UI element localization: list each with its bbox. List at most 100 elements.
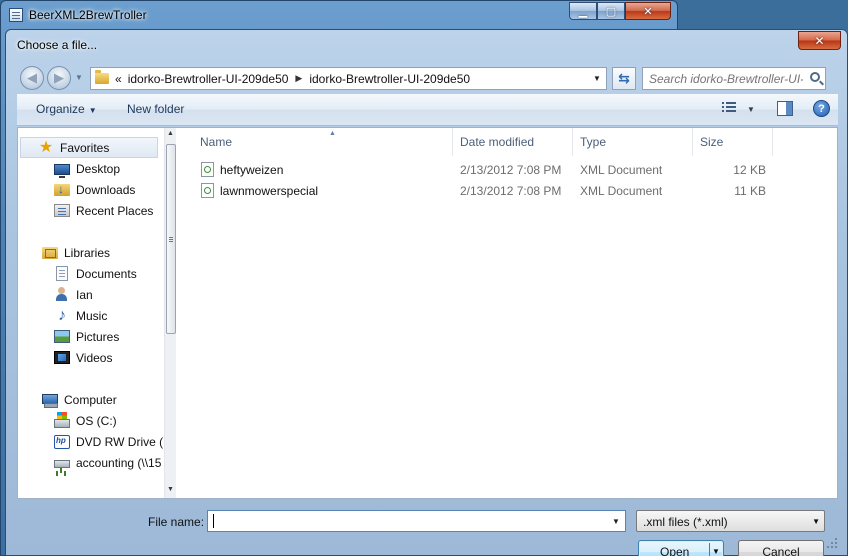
scrollbar-thumb[interactable] [166,144,176,334]
navigation-scrollbar[interactable]: ▲ ▼ [164,128,176,498]
recent-locations-dropdown[interactable]: ▼ [75,73,83,82]
file-name-combobox: ▼ [207,510,626,532]
cancel-button[interactable]: Cancel [738,540,824,556]
search-box [642,67,826,90]
nav-item-pictures[interactable]: Pictures [54,326,119,347]
nav-item-label: accounting (\\15 [76,455,162,470]
nav-item-favorites[interactable]: ★ Favorites [38,137,110,158]
column-header-name[interactable]: Name ▲ [193,128,453,156]
nav-item-label: OS (C:) [76,413,117,428]
choose-file-dialog: Choose a file... ✕ ◀ ▶ ▼ « idorko-Brewtr… [5,29,848,556]
preview-pane-icon[interactable] [777,101,793,116]
file-row[interactable]: lawnmowerspecial 2/13/2012 7:08 PM XML D… [181,180,837,201]
column-header-label: Size [700,135,724,149]
file-size: 12 KB [733,162,766,177]
column-header-type[interactable]: Type [573,128,693,156]
nav-item-videos[interactable]: Videos [54,347,112,368]
drive-icon [54,411,70,428]
breadcrumb-chevron-icon[interactable]: ▶ [295,73,302,84]
address-history-dropdown[interactable]: ▼ [588,68,606,89]
file-date-modified: 2/13/2012 7:08 PM [460,162,562,177]
open-options-dropdown[interactable]: ▼ [712,547,720,556]
command-bar: Organize ▼ New folder ▼ ? [17,94,838,126]
file-name-label: File name: [148,515,205,529]
file-type: XML Document [580,162,663,177]
maximize-button[interactable]: ▢ [597,2,625,20]
file-list-header: Name ▲ Date modified Type Size [181,128,837,156]
pictures-icon [54,330,70,343]
nav-item-label: Desktop [76,161,121,176]
column-header-label: Name [200,135,233,149]
back-arrow-icon: ◀ [27,70,37,85]
documents-icon [56,266,68,281]
address-row: ◀ ▶ ▼ « idorko-Brewtroller-UI-209de50 ▶ … [18,64,838,92]
user-icon [54,287,70,302]
nav-item-recent-places[interactable]: Recent Places [54,200,153,221]
libraries-icon [42,246,58,259]
minimize-button[interactable]: ▁ [569,2,597,20]
close-icon: ✕ [814,33,825,48]
nav-item-label: Videos [76,350,113,365]
breadcrumb-item[interactable]: idorko-Brewtroller-UI-209de50 [128,72,289,86]
content-area: ★ Favorites Desktop Downloads Recent Pla… [17,127,838,499]
scroll-up-icon[interactable]: ▲ [165,130,176,140]
forward-arrow-icon: ▶ [54,70,64,85]
file-row[interactable]: heftyweizen 2/13/2012 7:08 PM XML Docume… [181,159,837,180]
column-header-size[interactable]: Size [693,128,773,156]
parent-caption-buttons: ▁ ▢ ✕ [569,2,671,20]
open-button[interactable]: Open ▼ [638,540,724,556]
nav-item-ian[interactable]: Ian [54,284,93,305]
nav-item-computer[interactable]: Computer [42,389,117,410]
nav-item-dvd-drive[interactable]: DVD RW Drive (D [54,431,172,452]
music-icon: ♪ [58,307,66,324]
minimize-icon: ▁ [578,5,588,18]
refresh-button[interactable]: ⇆ [612,67,636,90]
dialog-title: Choose a file... [17,38,98,52]
nav-item-accounting[interactable]: accounting (\\15 [54,452,161,473]
folder-icon [95,70,109,84]
nav-item-downloads[interactable]: Downloads [54,179,135,200]
nav-item-documents[interactable]: Documents [54,263,137,284]
file-type: XML Document [580,183,663,198]
file-name-dropdown-button[interactable]: ▼ [608,512,624,530]
address-bar[interactable]: « idorko-Brewtroller-UI-209de50 ▶ idorko… [90,67,607,90]
scroll-down-icon[interactable]: ▼ [165,486,176,496]
forward-button[interactable]: ▶ [47,66,71,90]
nav-item-label: Music [76,308,108,323]
nav-item-os-drive[interactable]: OS (C:) [54,410,117,431]
nav-item-label: DVD RW Drive (D [76,434,172,449]
parent-close-button[interactable]: ✕ [625,2,671,20]
file-size: 11 KB [734,183,766,198]
new-folder-button[interactable]: New folder [127,102,184,116]
recent-places-icon [54,204,70,217]
navigation-pane: ★ Favorites Desktop Downloads Recent Pla… [18,128,176,498]
nav-item-music[interactable]: ♪ Music [54,305,107,326]
help-icon[interactable]: ? [813,100,830,117]
organize-button[interactable]: Organize ▼ [36,102,97,116]
chevron-down-icon: ▼ [812,517,820,526]
breadcrumb-overflow[interactable]: « [115,72,122,86]
nav-item-desktop[interactable]: Desktop [54,158,120,179]
star-icon: ★ [38,139,54,156]
nav-item-label: Ian [76,287,93,302]
column-header-label: Type [580,135,607,149]
back-button[interactable]: ◀ [20,66,44,90]
app-icon [9,8,23,22]
breadcrumb-item[interactable]: idorko-Brewtroller-UI-209de50 [309,72,470,86]
nav-item-label: Pictures [76,329,120,344]
view-details-icon[interactable] [722,102,737,115]
dvd-drive-icon [54,434,70,449]
resize-grip-icon[interactable] [826,537,838,549]
file-type-filter-select[interactable]: .xml files (*.xml) ▼ [636,510,825,532]
xml-file-icon [201,162,214,177]
file-name: lawnmowerspecial [220,183,319,198]
file-name-input[interactable] [212,514,602,528]
parent-titlebar[interactable]: BeerXML2BrewTroller ▁ ▢ ✕ [1,1,677,29]
search-input[interactable] [649,71,803,86]
view-options-dropdown[interactable]: ▼ [747,105,755,114]
nav-item-libraries[interactable]: Libraries [42,242,110,263]
dialog-titlebar[interactable]: Choose a file... ✕ [6,30,847,60]
dialog-close-button[interactable]: ✕ [798,31,841,50]
search-icon[interactable] [810,72,820,82]
column-header-date-modified[interactable]: Date modified [453,128,573,156]
